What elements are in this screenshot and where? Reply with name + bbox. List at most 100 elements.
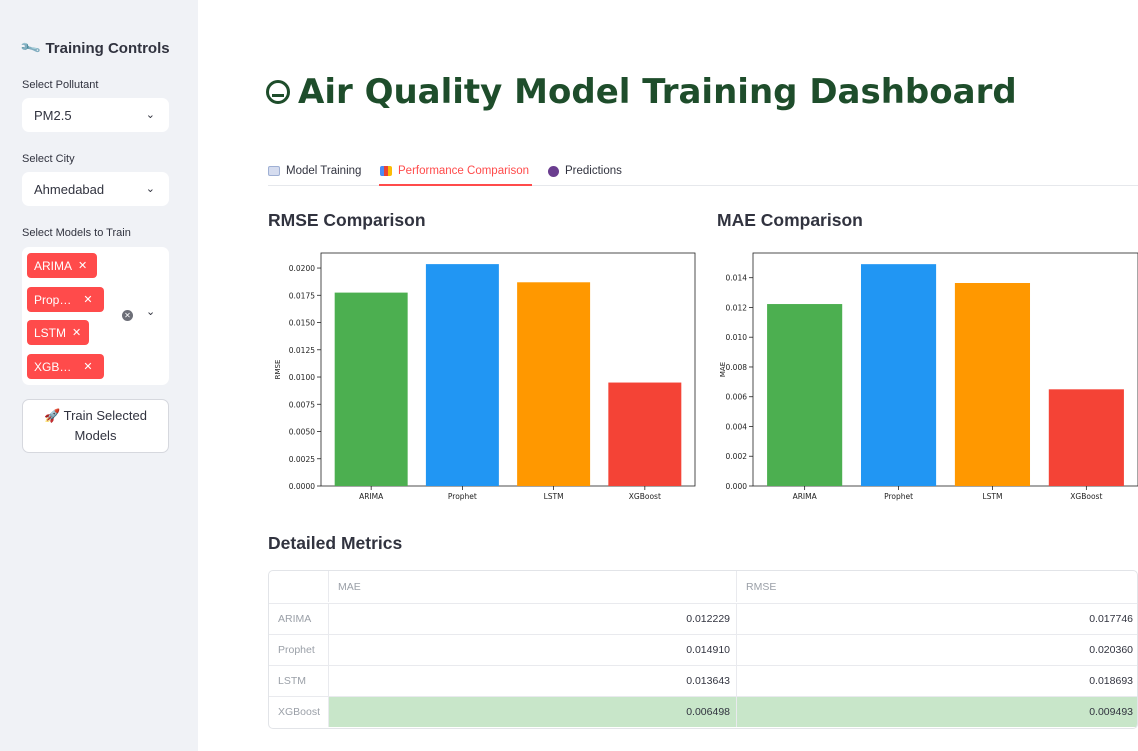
y-tick-label: 0.012: [726, 303, 748, 312]
y-tick-label: 0.0100: [289, 373, 315, 382]
bar-arima: [767, 304, 843, 486]
active-tab-indicator: [379, 184, 532, 186]
column-header-mae[interactable]: MAE: [329, 571, 737, 602]
smiley-icon: [266, 80, 290, 104]
mae-heading: MAE Comparison: [717, 210, 863, 230]
pollutant-select[interactable]: PM2.5 ⌄: [22, 98, 169, 132]
chevron-down-icon[interactable]: ⌄: [146, 305, 155, 318]
x-tick-label: Prophet: [448, 492, 477, 501]
rocket-icon: 🚀: [44, 408, 61, 423]
table-header-row: MAE RMSE: [269, 571, 1137, 602]
remove-tag-icon[interactable]: ✕: [78, 259, 87, 272]
mae-cell: 0.012229: [329, 604, 737, 634]
y-axis-label: RMSE: [274, 360, 282, 380]
model-tag-xgboost[interactable]: XGB… ✕: [27, 354, 104, 379]
y-tick-label: 0.002: [726, 452, 748, 461]
wrench-icon: 🔧: [18, 36, 43, 60]
x-tick-label: LSTM: [982, 492, 1002, 501]
remove-tag-icon[interactable]: ✕: [72, 326, 81, 339]
y-tick-label: 0.0125: [289, 346, 315, 355]
rmse-chart: 0.0000 0.0025 0.0050 0.0075 0.0100 0.0125 0.01…: [266, 248, 706, 513]
city-select[interactable]: Ahmedabad ⌄: [22, 172, 169, 206]
detailed-metrics-heading: Detailed Metrics: [268, 533, 403, 553]
bar-prophet: [425, 264, 499, 486]
y-tick-label: 0.0200: [289, 264, 315, 273]
x-tick-label: ARIMA: [793, 492, 818, 501]
sidebar-title: 🔧 Training Controls: [18, 36, 170, 60]
train-button-line1: Train Selected: [63, 408, 147, 423]
rmse-cell: 0.018693: [1089, 675, 1133, 687]
city-label: Select City: [22, 153, 75, 165]
y-axis-label: MAE: [719, 362, 727, 377]
pollutant-label: Select Pollutant: [22, 79, 99, 91]
page-title: Air Quality Model Training Dashboard: [266, 72, 1017, 112]
model-tag-label: XGB…: [34, 359, 72, 374]
row-label: Prophet: [269, 635, 329, 665]
bar-xgboost: [1048, 389, 1124, 486]
bar-lstm: [517, 282, 591, 486]
bar-chart-icon: [380, 166, 392, 176]
clear-all-icon[interactable]: ✕: [122, 310, 133, 321]
tab-bar: Model Training Performance Comparison Pr…: [268, 156, 1138, 186]
remove-tag-icon[interactable]: ✕: [83, 360, 92, 373]
tab-performance-comparison[interactable]: Performance Comparison: [380, 159, 529, 183]
bar-arima: [334, 292, 408, 486]
tab-label: Model Training: [286, 165, 362, 177]
rmse-chart-svg: 0.0000 0.0025 0.0050 0.0075 0.0100 0.0125 0.01…: [274, 252, 696, 501]
remove-tag-icon[interactable]: ✕: [83, 293, 92, 306]
rmse-heading: RMSE Comparison: [268, 210, 426, 230]
row-label: LSTM: [269, 666, 329, 696]
bar-xgboost: [608, 382, 682, 486]
models-multiselect[interactable]: ARIMA ✕ Prop… ✕ LSTM ✕ XGB… ✕ ✕ ⌄: [22, 247, 169, 385]
table-row: XGBoost 0.006498 0.009493: [269, 696, 1137, 727]
x-tick-label: XGBoost: [629, 492, 661, 501]
rmse-cell: 0.020360: [1089, 644, 1133, 656]
model-tag-prophet[interactable]: Prop… ✕: [27, 287, 104, 312]
x-tick-label: ARIMA: [359, 492, 384, 501]
train-selected-models-button[interactable]: 🚀 Train Selected Models: [22, 399, 169, 453]
crystal-ball-icon: [548, 165, 559, 177]
mae-chart: 0.000 0.002 0.004 0.006 0.008 0.010 0.012 0.014…: [717, 248, 1138, 513]
model-tag-arima[interactable]: ARIMA ✕: [27, 253, 97, 278]
x-tick-label: XGBoost: [1070, 492, 1102, 501]
y-tick-label: 0.006: [726, 393, 748, 402]
sidebar-title-text: Training Controls: [45, 40, 170, 57]
sidebar: 🔧 Training Controls Select Pollutant PM2…: [0, 0, 198, 751]
tab-label: Performance Comparison: [398, 165, 530, 177]
model-tag-label: LSTM: [34, 325, 67, 340]
y-tick-label: 0.010: [726, 333, 748, 342]
mae-chart-svg: 0.000 0.002 0.004 0.006 0.008 0.010 0.012 0.014…: [719, 252, 1138, 501]
chevron-down-icon: ⌄: [145, 183, 155, 195]
row-label: ARIMA: [269, 604, 329, 634]
x-tick-label: Prophet: [884, 492, 913, 501]
row-label: XGBoost: [269, 697, 329, 727]
tab-predictions[interactable]: Predictions: [548, 159, 622, 183]
train-button-line2: Models: [74, 428, 117, 443]
y-tick-label: 0.000: [726, 482, 748, 491]
rmse-cell: 0.009493: [737, 697, 1137, 727]
y-tick-label: 0.0025: [289, 455, 315, 464]
models-label: Select Models to Train: [22, 227, 131, 239]
model-tag-lstm[interactable]: LSTM ✕: [27, 320, 89, 345]
y-tick-label: 0.0150: [289, 319, 315, 328]
mae-cell: 0.006498: [329, 697, 737, 727]
x-tick-label: LSTM: [544, 492, 564, 501]
y-tick-label: 0.004: [726, 422, 748, 431]
y-tick-label: 0.014: [726, 274, 748, 283]
table-row: LSTM 0.013643 0.018693: [269, 665, 1137, 696]
page-title-text: Air Quality Model Training Dashboard: [298, 72, 1017, 112]
bar-lstm: [954, 283, 1031, 486]
tab-label: Predictions: [565, 165, 622, 177]
tab-model-training[interactable]: Model Training: [268, 159, 361, 183]
column-header-rmse[interactable]: RMSE: [737, 571, 1137, 602]
y-tick-label: 0.0050: [289, 428, 315, 437]
table-row: ARIMA 0.012229 0.017746: [269, 603, 1137, 634]
metrics-table: MAE RMSE ARIMA 0.012229 0.017746 Prophet…: [268, 570, 1138, 729]
mae-cell: 0.014910: [329, 635, 737, 665]
chevron-down-icon: ⌄: [145, 109, 155, 121]
city-select-value: Ahmedabad: [34, 181, 105, 197]
chart-line-icon: [268, 166, 280, 176]
pollutant-select-value: PM2.5: [34, 107, 72, 123]
model-tag-label: Prop…: [34, 292, 72, 307]
y-tick-label: 0.0075: [289, 400, 315, 409]
